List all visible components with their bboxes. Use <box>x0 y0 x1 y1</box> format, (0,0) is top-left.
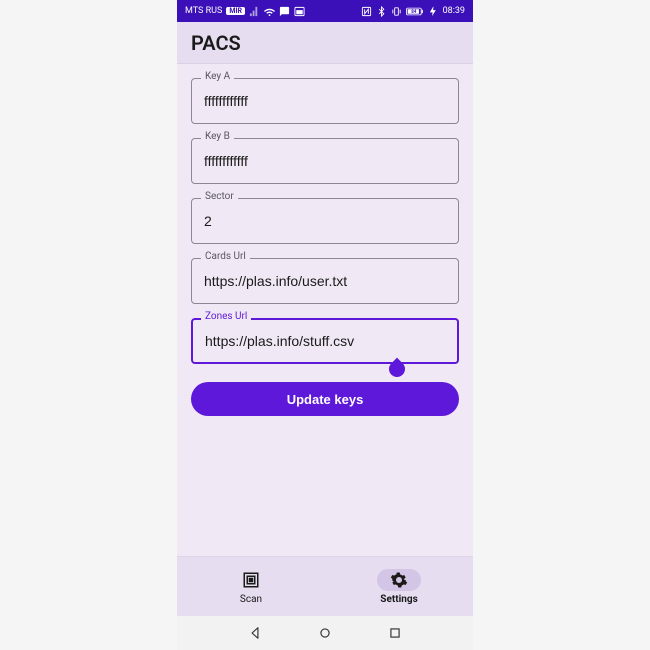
field-zones-url: Zones Url <box>191 318 459 364</box>
home-button[interactable] <box>318 626 332 640</box>
nfc-icon <box>361 6 372 17</box>
nav-item-settings[interactable]: Settings <box>325 557 473 616</box>
field-label: Zones Url <box>201 311 251 322</box>
nav-item-scan[interactable]: Scan <box>177 557 325 616</box>
zones-url-input[interactable] <box>205 333 445 349</box>
vibrate-icon <box>391 6 402 17</box>
svg-text:84: 84 <box>411 9 417 15</box>
recents-button[interactable] <box>388 626 402 640</box>
field-sector: Sector <box>191 198 459 244</box>
page-title: PACS <box>191 31 241 55</box>
field-label: Key A <box>201 71 234 82</box>
cards-url-input[interactable] <box>204 273 446 289</box>
battery-icon: 84 <box>406 6 424 17</box>
sector-input[interactable] <box>204 213 446 229</box>
bluetooth-icon <box>376 6 387 17</box>
status-bar: MTS RUS MIR 84 08:39 <box>177 0 473 22</box>
field-key-a: Key A <box>191 78 459 124</box>
system-nav-bar <box>177 616 473 650</box>
field-label: Key B <box>201 131 234 142</box>
nav-label: Settings <box>380 594 417 605</box>
scan-icon <box>242 571 260 589</box>
gear-icon <box>390 571 408 589</box>
back-button[interactable] <box>248 626 262 640</box>
field-cards-url: Cards Url <box>191 258 459 304</box>
chat-icon <box>279 6 290 17</box>
carrier-label: MTS RUS <box>185 6 222 16</box>
app-drawer-icon <box>294 6 305 17</box>
charging-icon <box>428 6 439 17</box>
field-key-b: Key B <box>191 138 459 184</box>
bottom-nav: Scan Settings <box>177 556 473 616</box>
field-label: Cards Url <box>201 251 250 262</box>
field-label: Sector <box>201 191 238 202</box>
update-keys-button[interactable]: Update keys <box>191 382 459 416</box>
nav-label: Scan <box>240 594 262 605</box>
carrier-badge: MIR <box>226 7 245 15</box>
clock-label: 08:39 <box>443 6 465 16</box>
wifi-icon <box>264 6 275 17</box>
key-b-input[interactable] <box>204 153 446 169</box>
settings-form: Key A Key B Sector Cards Url Zones Url <box>177 64 473 556</box>
app-bar: PACS <box>177 22 473 64</box>
key-a-input[interactable] <box>204 93 446 109</box>
signal-icon <box>249 6 260 17</box>
